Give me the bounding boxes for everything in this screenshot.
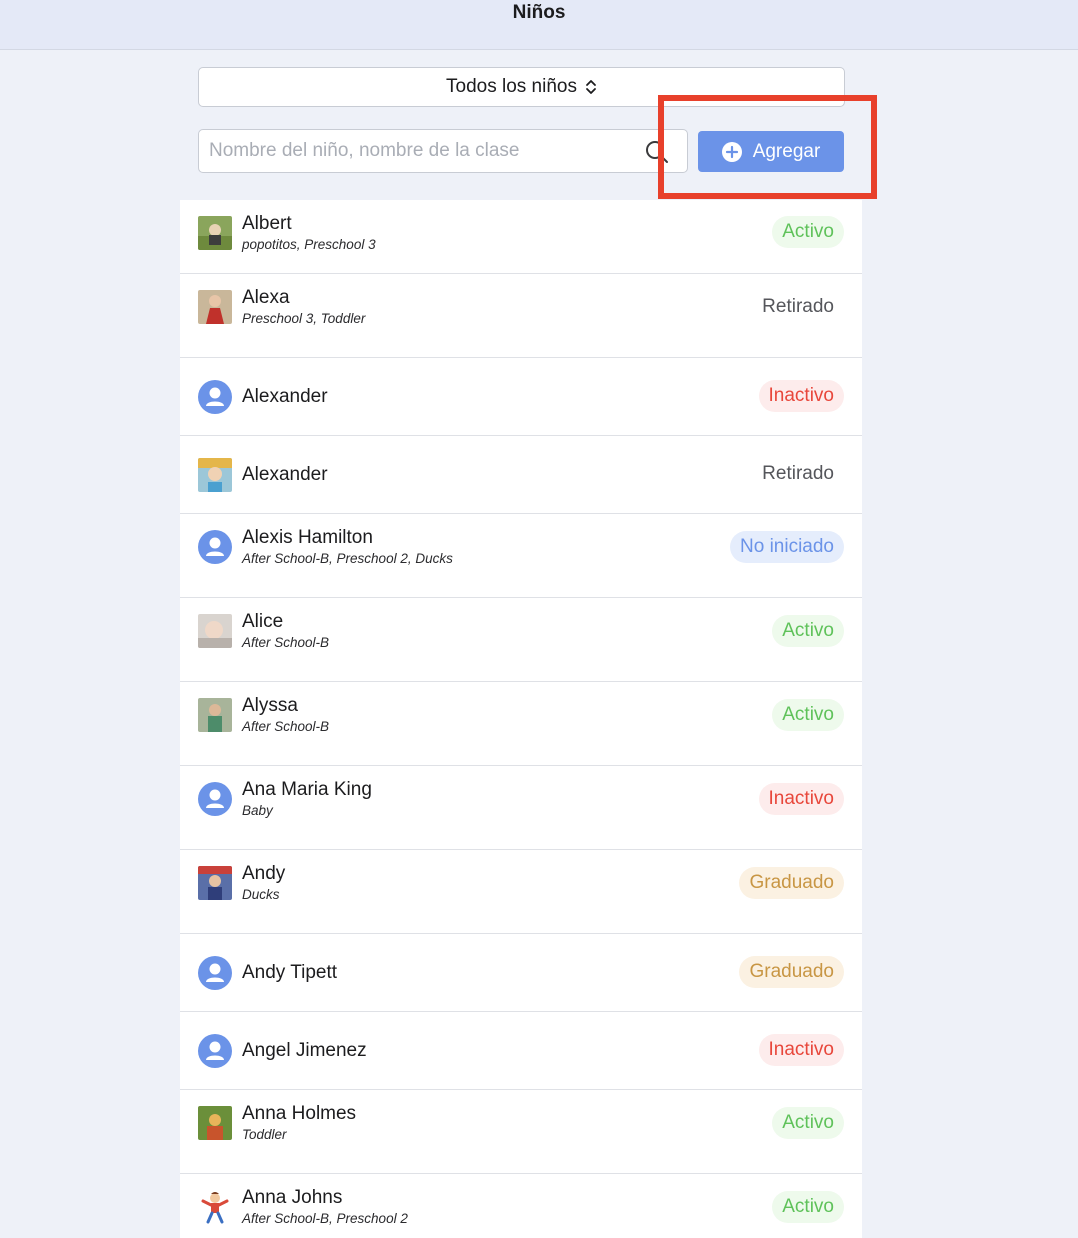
add-child-button[interactable]: Agregar bbox=[698, 131, 844, 172]
child-classes: Baby bbox=[242, 803, 273, 818]
status-badge: Activo bbox=[772, 216, 844, 248]
page-title: Niños bbox=[512, 2, 566, 23]
children-list: Albert popotitos, Preschool 3 Activo Ale… bbox=[180, 200, 862, 1238]
person-icon bbox=[198, 1034, 232, 1068]
child-row[interactable]: Alice After School-B Activo bbox=[180, 598, 862, 682]
child-classes: Toddler bbox=[242, 1127, 287, 1142]
child-row[interactable]: Alexander Retirado bbox=[180, 436, 862, 514]
child-classes: After School-B bbox=[242, 635, 330, 650]
person-icon bbox=[198, 956, 232, 990]
child-name: Alyssa bbox=[242, 695, 298, 716]
search-input[interactable] bbox=[199, 130, 639, 172]
search-icon[interactable] bbox=[644, 138, 672, 166]
child-classes: After School-B, Preschool 2, Ducks bbox=[242, 551, 453, 566]
status-badge: Activo bbox=[772, 1107, 844, 1139]
child-classes: popotitos, Preschool 3 bbox=[242, 237, 376, 252]
child-photo bbox=[198, 614, 232, 648]
child-photo bbox=[198, 290, 232, 324]
child-photo bbox=[198, 1106, 232, 1140]
status-badge: Activo bbox=[772, 615, 844, 647]
child-name: Alexander bbox=[242, 464, 328, 485]
status-badge: Retirado bbox=[762, 296, 834, 317]
child-name: Andy bbox=[242, 863, 286, 884]
child-name: Ana Maria King bbox=[242, 779, 372, 800]
child-name: Alexis Hamilton bbox=[242, 527, 373, 548]
status-badge: Activo bbox=[772, 1191, 844, 1223]
child-row[interactable]: Andy Tipett Graduado bbox=[180, 934, 862, 1012]
child-name: Angel Jimenez bbox=[242, 1040, 367, 1061]
child-photo bbox=[198, 458, 232, 492]
status-badge: Inactivo bbox=[758, 380, 844, 412]
child-classes: Preschool 3, Toddler bbox=[242, 311, 366, 326]
child-row[interactable]: Ana Maria King Baby Inactivo bbox=[180, 766, 862, 850]
child-row[interactable]: Andy Ducks Graduado bbox=[180, 850, 862, 934]
child-name: Anna Johns bbox=[242, 1187, 343, 1208]
status-badge: Inactivo bbox=[758, 1034, 844, 1066]
child-photo bbox=[198, 698, 232, 732]
child-classes: After School-B bbox=[242, 719, 330, 734]
status-badge: Activo bbox=[772, 699, 844, 731]
cartoon-child-avatar bbox=[198, 1190, 232, 1224]
status-badge: Retirado bbox=[762, 463, 834, 484]
child-name: Andy Tipett bbox=[242, 962, 338, 983]
child-classes: After School-B, Preschool 2 bbox=[242, 1211, 408, 1226]
child-photo bbox=[198, 216, 232, 250]
child-row[interactable]: Alexis Hamilton After School-B, Preschoo… bbox=[180, 514, 862, 598]
child-name: Anna Holmes bbox=[242, 1103, 357, 1124]
plus-circle-icon bbox=[721, 141, 742, 162]
child-row[interactable]: Alexander Inactivo bbox=[180, 358, 862, 436]
child-row[interactable]: Anna Johns After School-B, Preschool 2 A… bbox=[180, 1174, 862, 1238]
top-navigation-bar: Niños bbox=[0, 0, 1078, 50]
add-button-label: Agregar bbox=[752, 140, 821, 162]
chevron-up-down-icon bbox=[585, 78, 597, 96]
person-icon bbox=[198, 380, 232, 414]
child-name: Alice bbox=[242, 611, 284, 632]
person-icon bbox=[198, 782, 232, 816]
child-name: Alexander bbox=[242, 386, 328, 407]
child-name: Albert bbox=[242, 213, 292, 234]
child-row[interactable]: Alyssa After School-B Activo bbox=[180, 682, 862, 766]
person-icon bbox=[198, 530, 232, 564]
status-badge: Graduado bbox=[739, 867, 844, 899]
child-row[interactable]: Alexa Preschool 3, Toddler Retirado bbox=[180, 274, 862, 358]
child-row[interactable]: Albert popotitos, Preschool 3 Activo bbox=[180, 200, 862, 274]
filter-label: Todos los niños bbox=[446, 76, 577, 97]
status-badge: Graduado bbox=[739, 956, 844, 988]
child-row[interactable]: Angel Jimenez Inactivo bbox=[180, 1012, 862, 1090]
status-badge: Inactivo bbox=[758, 783, 844, 815]
child-row[interactable]: Anna Holmes Toddler Activo bbox=[180, 1090, 862, 1174]
search-field bbox=[198, 129, 688, 173]
child-name: Alexa bbox=[242, 287, 290, 308]
child-photo bbox=[198, 866, 232, 900]
children-filter-select[interactable]: Todos los niños bbox=[198, 67, 845, 107]
status-badge: No iniciado bbox=[730, 531, 844, 563]
child-classes: Ducks bbox=[242, 887, 280, 902]
